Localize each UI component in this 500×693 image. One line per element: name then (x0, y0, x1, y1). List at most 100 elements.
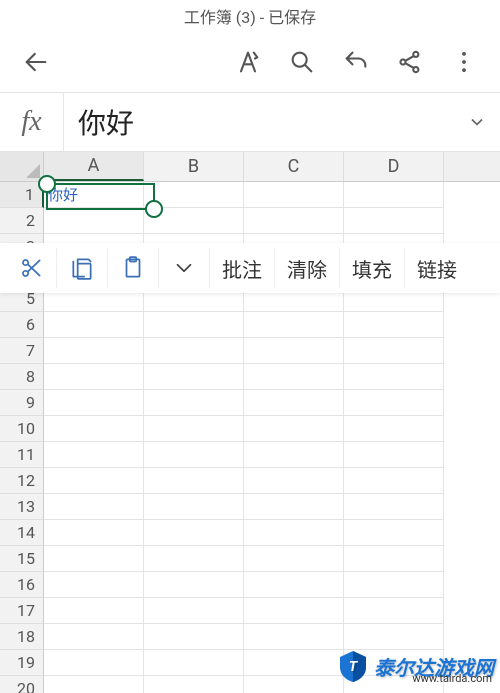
cell-D15[interactable] (344, 546, 444, 572)
cell-C18[interactable] (244, 624, 344, 650)
cell-B13[interactable] (144, 494, 244, 520)
cell-C13[interactable] (244, 494, 344, 520)
cell-A6[interactable] (44, 312, 144, 338)
cell-C1[interactable] (244, 182, 344, 208)
cell-C15[interactable] (244, 546, 344, 572)
cell-B8[interactable] (144, 364, 244, 390)
cell-B18[interactable] (144, 624, 244, 650)
cell-A20[interactable] (44, 676, 144, 693)
font-style-button[interactable] (226, 40, 270, 84)
cell-A10[interactable] (44, 416, 144, 442)
row-header-7[interactable]: 7 (0, 338, 44, 364)
formula-input[interactable]: 你好 (64, 102, 454, 142)
cell-A17[interactable] (44, 598, 144, 624)
selection-handle-top-left[interactable] (38, 175, 56, 193)
paste-options-button[interactable] (159, 248, 210, 288)
cell-D1[interactable] (344, 182, 444, 208)
cell-D11[interactable] (344, 442, 444, 468)
select-all-corner[interactable] (0, 152, 44, 181)
row-header-19[interactable]: 19 (0, 650, 44, 676)
cell-D2[interactable] (344, 208, 444, 234)
cell-B15[interactable] (144, 546, 244, 572)
cell-C14[interactable] (244, 520, 344, 546)
cell-B10[interactable] (144, 416, 244, 442)
cell-D12[interactable] (344, 468, 444, 494)
undo-button[interactable] (334, 40, 378, 84)
cell-C10[interactable] (244, 416, 344, 442)
cell-B9[interactable] (144, 390, 244, 416)
cell-D6[interactable] (344, 312, 444, 338)
fx-label[interactable]: fx (0, 93, 64, 151)
row-header-13[interactable]: 13 (0, 494, 44, 520)
cell-D8[interactable] (344, 364, 444, 390)
cell-C11[interactable] (244, 442, 344, 468)
cell-C6[interactable] (244, 312, 344, 338)
paste-button[interactable] (108, 248, 159, 288)
cell-B19[interactable] (144, 650, 244, 676)
cell-A15[interactable] (44, 546, 144, 572)
cell-A7[interactable] (44, 338, 144, 364)
cell-C12[interactable] (244, 468, 344, 494)
row-header-9[interactable]: 9 (0, 390, 44, 416)
cell-A12[interactable] (44, 468, 144, 494)
row-header-2[interactable]: 2 (0, 208, 44, 234)
cell-B12[interactable] (144, 468, 244, 494)
cell-A16[interactable] (44, 572, 144, 598)
cell-B17[interactable] (144, 598, 244, 624)
row-header-16[interactable]: 16 (0, 572, 44, 598)
share-button[interactable] (388, 40, 432, 84)
column-header-C[interactable]: C (244, 152, 344, 181)
cut-button[interactable] (6, 248, 57, 288)
cell-C19[interactable] (244, 650, 344, 676)
cell-D7[interactable] (344, 338, 444, 364)
cell-A13[interactable] (44, 494, 144, 520)
cell-D10[interactable] (344, 416, 444, 442)
row-header-15[interactable]: 15 (0, 546, 44, 572)
row-header-6[interactable]: 6 (0, 312, 44, 338)
cell-D16[interactable] (344, 572, 444, 598)
more-button[interactable] (442, 40, 486, 84)
cell-D13[interactable] (344, 494, 444, 520)
cell-C9[interactable] (244, 390, 344, 416)
row-header-18[interactable]: 18 (0, 624, 44, 650)
annotate-button[interactable]: 批注 (210, 248, 275, 288)
column-header-A[interactable]: A (44, 152, 144, 181)
cell-A1[interactable]: 你好 (44, 182, 144, 208)
search-button[interactable] (280, 40, 324, 84)
cell-B6[interactable] (144, 312, 244, 338)
back-button[interactable] (14, 40, 58, 84)
cell-A9[interactable] (44, 390, 144, 416)
cell-D18[interactable] (344, 624, 444, 650)
row-header-17[interactable]: 17 (0, 598, 44, 624)
formula-expand-button[interactable] (454, 112, 500, 132)
cell-A11[interactable] (44, 442, 144, 468)
cell-A14[interactable] (44, 520, 144, 546)
cell-D9[interactable] (344, 390, 444, 416)
cell-C8[interactable] (244, 364, 344, 390)
cell-B14[interactable] (144, 520, 244, 546)
cell-B16[interactable] (144, 572, 244, 598)
cell-D14[interactable] (344, 520, 444, 546)
clear-button[interactable]: 清除 (275, 248, 340, 288)
fill-button[interactable]: 填充 (340, 248, 405, 288)
row-header-20[interactable]: 20 (0, 676, 44, 693)
copy-button[interactable] (57, 248, 108, 288)
row-header-10[interactable]: 10 (0, 416, 44, 442)
cell-D17[interactable] (344, 598, 444, 624)
cell-B11[interactable] (144, 442, 244, 468)
cell-B20[interactable] (144, 676, 244, 693)
cell-A2[interactable] (44, 208, 144, 234)
selection-handle-bottom-right[interactable] (145, 200, 163, 218)
cell-A18[interactable] (44, 624, 144, 650)
cell-C2[interactable] (244, 208, 344, 234)
cell-B7[interactable] (144, 338, 244, 364)
cell-C17[interactable] (244, 598, 344, 624)
cell-A8[interactable] (44, 364, 144, 390)
cell-C7[interactable] (244, 338, 344, 364)
row-header-14[interactable]: 14 (0, 520, 44, 546)
column-header-B[interactable]: B (144, 152, 244, 181)
row-header-12[interactable]: 12 (0, 468, 44, 494)
cell-C20[interactable] (244, 676, 344, 693)
column-header-D[interactable]: D (344, 152, 444, 181)
row-header-11[interactable]: 11 (0, 442, 44, 468)
